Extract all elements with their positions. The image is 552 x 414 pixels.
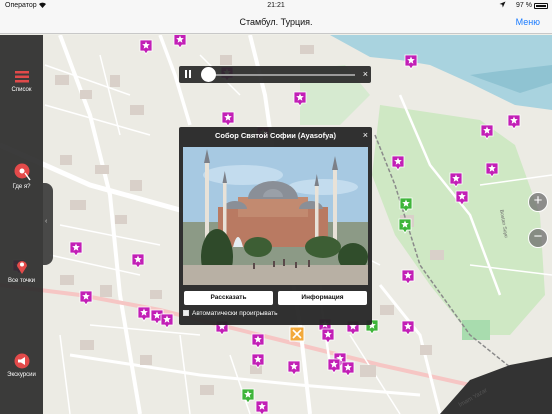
battery-percent: 97 % [516,2,532,9]
poi-marker[interactable] [401,269,415,285]
poi-marker[interactable] [221,111,235,127]
audio-progress-track[interactable] [205,74,355,76]
autoplay-checkbox[interactable] [183,310,189,316]
navigation-bar: Стамбул. Турция. Меню [0,12,552,34]
poi-marker[interactable] [251,333,265,349]
poi-marker[interactable] [255,400,269,414]
all-points-label: Все точки [8,278,35,284]
status-bar: Оператор 21:21 97 % [0,0,552,12]
park-area [372,105,545,335]
landmark-photo [183,147,368,285]
zoom-out-button[interactable]: − [528,228,548,248]
battery-icon [534,3,548,9]
where-am-i-label: Где я? [12,184,31,190]
left-panel: Список Где я? Все точки Экскурсии [0,35,43,414]
map-pin-icon [16,261,27,274]
all-points-button[interactable]: Все точки [0,259,43,284]
poi-popup: Собор Святой Софии (Ayasofya) × Рассказа… [179,127,372,325]
poi-marker[interactable] [131,253,145,269]
location-pin-icon [14,163,31,181]
poi-marker[interactable] [137,306,151,322]
location-arrow-icon [499,1,506,10]
list-icon [14,71,29,83]
menu-button[interactable]: Меню [516,17,540,27]
popup-close-button[interactable]: × [363,130,368,140]
poi-marker[interactable] [287,360,301,376]
autoplay-option[interactable]: Автоматически проигрывать [183,310,278,317]
panel-collapse-tab[interactable]: ‹ [43,183,53,265]
info-button[interactable]: Информация [278,291,367,305]
audio-progress-knob[interactable] [201,67,216,82]
tours-button[interactable]: Экскурсии [0,353,43,378]
chevron-left-icon: ‹ [45,218,48,225]
poi-marker[interactable] [327,358,341,374]
screen: Оператор 21:21 97 % Стамбул. Турция. Мен… [0,0,552,414]
autoplay-label: Автоматически проигрывать [192,310,278,317]
where-am-i-button[interactable]: Где я? [0,163,43,190]
map-dark-area [440,357,552,414]
audio-close-button[interactable]: × [363,69,368,79]
poi-marker[interactable] [139,39,153,55]
zoom-in-button[interactable]: + [528,192,548,212]
poi-marker[interactable] [69,241,83,257]
poi-marker[interactable] [401,320,415,336]
list-label: Список [11,87,32,93]
tours-label: Экскурсии [7,372,36,378]
page-title: Стамбул. Турция. [239,17,313,27]
audio-player: × [179,66,371,83]
pause-icon[interactable] [184,70,192,79]
clock: 21:21 [267,2,285,9]
poi-marker[interactable] [507,114,521,130]
poi-marker[interactable] [321,328,335,344]
tell-button[interactable]: Рассказать [184,291,273,305]
megaphone-icon [14,353,29,369]
selected-location-marker[interactable] [289,326,305,342]
poi-marker-green[interactable] [241,388,255,404]
list-button[interactable]: Список [0,70,43,93]
popup-title: Собор Святой Софии (Ayasofya) [215,131,336,140]
poi-marker[interactable] [79,290,93,306]
poi-marker[interactable] [160,313,174,329]
poi-marker[interactable] [341,361,355,377]
poi-marker[interactable] [173,35,187,49]
poi-marker[interactable] [404,54,418,70]
